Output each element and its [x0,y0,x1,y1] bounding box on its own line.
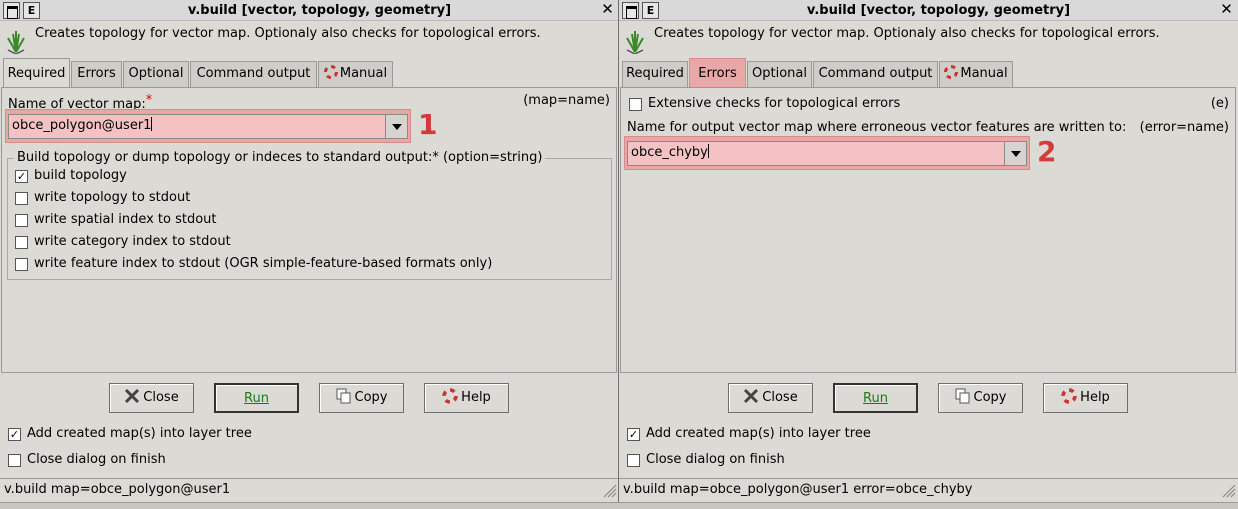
option-label: write category index to stdout [34,234,231,249]
tab-command-output[interactable]: Command output [190,61,317,87]
lifebuoy-help-icon [442,388,458,404]
window-menu-button[interactable] [3,2,20,19]
run-button[interactable]: Run [833,383,918,413]
run-button-label: Run [244,391,269,406]
copy-icon [955,388,969,404]
v-build-dialog-left: E v.build [vector, topology, geometry] ✕… [0,0,619,509]
extensive-checks-checkbox[interactable] [629,98,642,111]
option-checkbox-topology[interactable] [15,192,28,205]
tab-manual[interactable]: Manual [939,61,1013,87]
option-label: build topology [34,168,127,183]
close-button-label: Close [762,390,798,405]
add-to-tree-label: Add created map(s) into layer tree [646,426,871,441]
required-tab-panel: Name of vector map:* (map=name) obce_pol… [1,87,617,373]
tab-errors[interactable]: Errors [689,58,746,87]
map-combobox[interactable]: obce_polygon@user1 [8,114,408,139]
tab-command-output[interactable]: Command output [813,61,938,87]
chevron-down-icon[interactable] [385,115,407,138]
window-close-button[interactable]: ✕ [1218,2,1235,19]
map-param: (map=name) [523,93,610,108]
window-e-button[interactable]: E [23,2,40,19]
tab-errors[interactable]: Errors [71,61,122,87]
window-title: v.build [vector, topology, geometry] [187,3,452,18]
status-bar: v.build map=obce_polygon@user1 error=obc… [619,478,1238,500]
error-map-label: Name for output vector map where erroneo… [627,120,1127,135]
close-x-icon [744,388,759,404]
copy-button[interactable]: Copy [938,383,1023,413]
window-close-button[interactable]: ✕ [599,2,616,19]
option-checkbox-feature[interactable] [15,258,28,271]
status-bar: v.build map=obce_polygon@user1 [0,478,619,500]
text-caret [707,144,709,158]
errors-tab-panel: Extensive checks for topological errors … [620,87,1236,373]
tab-optional[interactable]: Optional [747,61,812,87]
map-value: obce_polygon@user1 [12,118,152,133]
tab-manual[interactable]: Manual [318,61,393,87]
annotation-number: 2 [1037,135,1057,168]
bottom-strip [0,502,1238,509]
status-command: v.build map=obce_polygon@user1 [4,482,231,497]
tab-optional[interactable]: Optional [123,61,189,87]
help-button[interactable]: Help [1043,383,1128,413]
window-title: v.build [vector, topology, geometry] [806,3,1071,18]
run-button[interactable]: Run [214,383,299,413]
close-button[interactable]: Close [728,383,813,413]
chevron-down-icon[interactable] [1004,142,1026,165]
option-label: write topology to stdout [34,190,191,205]
resize-grip-icon[interactable] [1220,482,1236,498]
close-x-icon [125,388,140,404]
option-checkbox-build[interactable]: ✓ [15,170,28,183]
window-e-button[interactable]: E [642,2,659,19]
tab-manual-label: Manual [960,66,1008,81]
required-mark: * [145,93,153,108]
title-bar: E v.build [vector, topology, geometry] ✕ [0,0,619,21]
add-to-tree-label: Add created map(s) into layer tree [27,426,252,441]
option-label: write feature index to stdout (OGR simpl… [34,256,493,271]
copy-button-label: Copy [973,390,1007,405]
option-group-title: Build topology or dump topology or indec… [14,150,546,165]
error-param: (error=name) [1139,120,1229,135]
tab-required[interactable]: Required [3,58,70,87]
text-caret [151,117,153,131]
add-to-tree-checkbox[interactable]: ✓ [8,428,21,441]
tab-required[interactable]: Required [622,61,688,87]
status-command: v.build map=obce_polygon@user1 error=obc… [623,482,973,497]
close-on-finish-checkbox[interactable] [627,454,640,467]
add-to-tree-checkbox[interactable]: ✓ [627,428,640,441]
close-button-label: Close [143,390,179,405]
grass-module-icon [626,31,644,54]
extensive-param: (e) [1210,96,1229,111]
v-build-dialog-right: E v.build [vector, topology, geometry] ✕… [619,0,1238,509]
grass-module-icon [7,31,25,54]
lifebuoy-help-icon [1061,388,1077,404]
close-on-finish-label: Close dialog on finish [27,452,166,467]
window-menu-button[interactable] [622,2,639,19]
module-description: Creates topology for vector map. Optiona… [35,26,541,41]
option-label: write spatial index to stdout [34,212,217,227]
copy-button[interactable]: Copy [319,383,404,413]
option-checkbox-category[interactable] [15,236,28,249]
run-button-label: Run [863,391,888,406]
error-map-value: obce_chyby [631,145,708,160]
close-on-finish-label: Close dialog on finish [646,452,785,467]
help-button-label: Help [1080,390,1110,405]
annotation-number: 1 [418,108,438,141]
help-button[interactable]: Help [424,383,509,413]
module-description: Creates topology for vector map. Optiona… [654,26,1160,41]
error-map-combobox[interactable]: obce_chyby [627,141,1027,166]
close-button[interactable]: Close [109,383,194,413]
lifebuoy-icon [944,65,959,79]
copy-button-label: Copy [354,390,388,405]
help-button-label: Help [461,390,491,405]
tab-manual-label: Manual [339,66,388,81]
title-bar: E v.build [vector, topology, geometry] ✕ [619,0,1238,21]
extensive-checks-label: Extensive checks for topological errors [648,96,901,111]
option-checkbox-spatial[interactable] [15,214,28,227]
lifebuoy-icon [323,65,338,79]
close-on-finish-checkbox[interactable] [8,454,21,467]
resize-grip-icon[interactable] [601,482,617,498]
copy-icon [336,388,350,404]
